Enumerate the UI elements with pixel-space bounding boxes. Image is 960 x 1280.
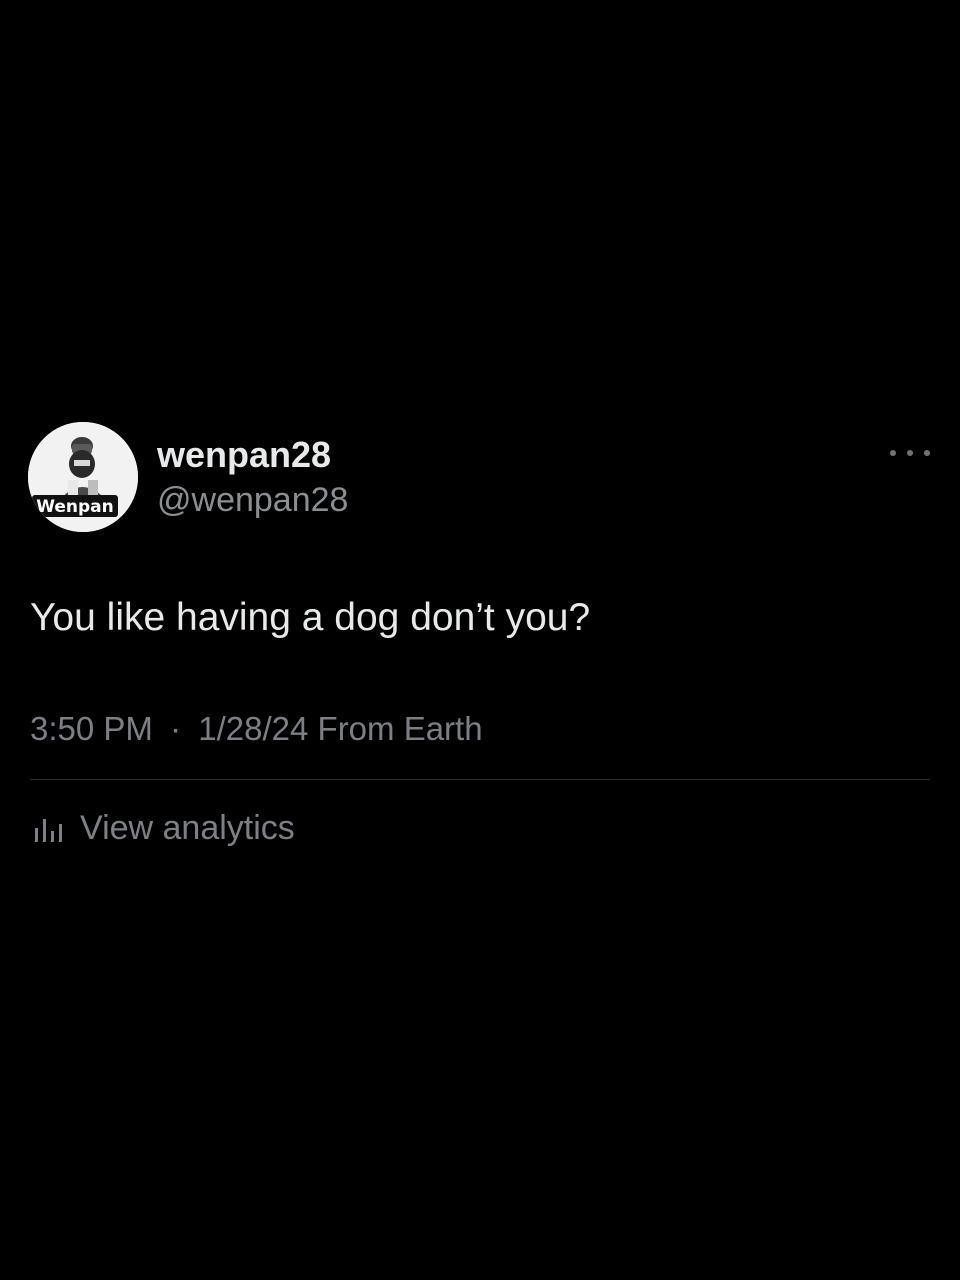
user-handle[interactable]: @wenpan28: [157, 479, 348, 521]
tweet-card: Wenpan wenpan28 @wenpan28 You like havin…: [0, 0, 960, 1280]
more-dots-icon: [907, 450, 913, 456]
view-analytics-label: View analytics: [80, 809, 295, 847]
more-options-button[interactable]: [888, 440, 932, 466]
bar-chart-icon: [35, 819, 62, 842]
more-dots-icon: [890, 450, 896, 456]
meta-separator: ·: [170, 710, 182, 747]
avatar[interactable]: Wenpan: [28, 422, 138, 532]
tweet-meta: 3:50 PM · 1/28/24 From Earth: [30, 708, 483, 750]
tweet-text: You like having a dog don’t you?: [30, 596, 591, 639]
tweet-time[interactable]: 3:50 PM: [30, 710, 153, 747]
avatar-image: Wenpan: [28, 422, 138, 532]
view-analytics-button[interactable]: View analytics: [32, 806, 295, 850]
avatar-logo-text: Wenpan: [36, 497, 114, 517]
display-name[interactable]: wenpan28: [157, 433, 331, 477]
tweet-source: From Earth: [317, 710, 483, 747]
tweet-date[interactable]: 1/28/24: [198, 710, 308, 747]
more-dots-icon: [924, 450, 930, 456]
divider: [30, 779, 930, 780]
